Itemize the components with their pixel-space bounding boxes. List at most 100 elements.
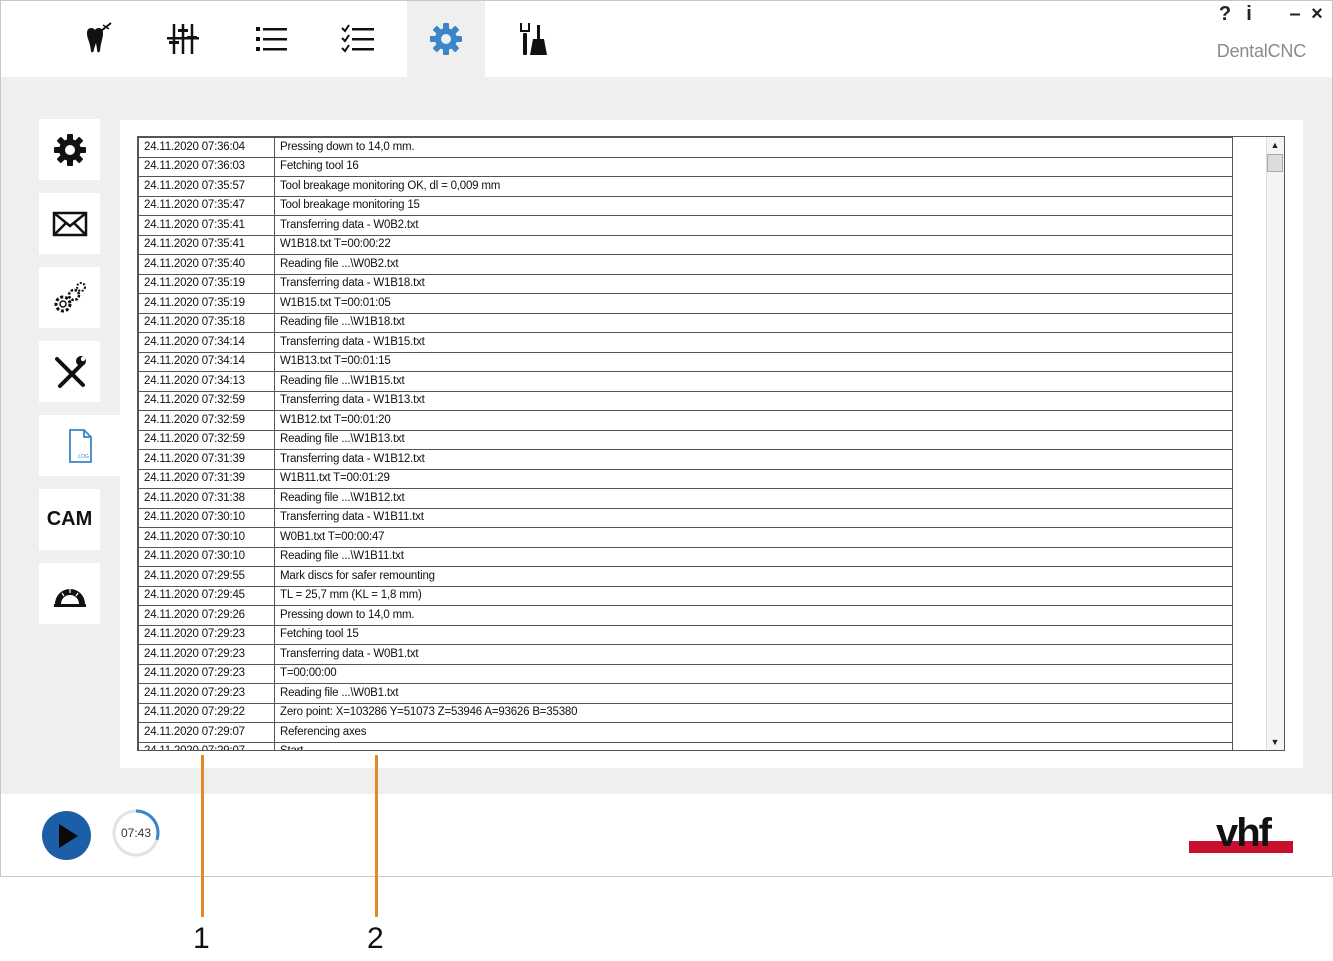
log-message: Start [274,741,1235,750]
tab-settings[interactable] [407,1,485,77]
table-row[interactable]: 24.11.2020 07:35:41 W1B18.txt T=00:00:22 [138,234,1235,255]
log-timestamp: 24.11.2020 07:35:19 [138,273,275,294]
table-row[interactable]: 24.11.2020 07:35:19 Transferring data - W… [138,273,1235,294]
table-row[interactable]: 24.11.2020 07:31:39 Transferring data - W… [138,449,1235,470]
side-mail-button[interactable] [39,193,100,254]
log-message: Mark discs for safer remounting [274,566,1235,587]
table-row[interactable]: 24.11.2020 07:36:03 Fetching tool 16 [138,156,1235,177]
tab-checklist[interactable] [319,1,397,77]
table-row[interactable]: 24.11.2020 07:29:23 Reading file ...\W0B1… [138,683,1235,704]
tab-tooth-tool[interactable] [58,1,136,77]
table-row[interactable]: 24.11.2020 07:30:10 W0B1.txt T=00:00:47 [138,527,1235,548]
log-timestamp: 24.11.2020 07:35:18 [138,312,275,333]
log-panel: 24.11.2020 07:36:04 Pressing down to 14,0… [120,120,1303,768]
app-window: ? i – × DentalCNC .LOG CAM 24.11.2020 07… [0,0,1333,877]
cam-icon: CAM [46,508,93,530]
table-row[interactable]: 24.11.2020 07:35:57 Tool breakage monitor… [138,176,1235,197]
table-row[interactable]: 24.11.2020 07:32:59 Transferring data - W… [138,390,1235,411]
log-message: Transferring data - W0B2.txt [274,215,1235,236]
side-tools-button[interactable] [39,341,100,402]
log-message: W1B12.txt T=00:01:20 [274,410,1235,431]
table-row[interactable]: 24.11.2020 07:35:47 Tool breakage monitor… [138,195,1235,216]
close-button[interactable]: × [1307,3,1327,26]
table-row[interactable]: 24.11.2020 07:29:07Start [138,741,1235,750]
side-settings-button[interactable] [39,119,100,180]
log-timestamp: 24.11.2020 07:32:59 [138,429,275,450]
scroll-thumb[interactable] [1267,154,1283,172]
top-toolbar: ? i – × DentalCNC [1,1,1332,77]
log-message: Transferring data - W1B11.txt [274,507,1235,528]
table-row[interactable]: 24.11.2020 07:34:13 Reading file ...\W1B1… [138,371,1235,392]
callout-line-1 [201,755,204,917]
play-button[interactable] [42,811,91,860]
table-row[interactable]: 24.11.2020 07:31:38 Reading file ...\W1B1… [138,488,1235,509]
scroll-down-icon[interactable]: ▼ [1268,735,1282,749]
log-message: W1B11.txt T=00:01:29 [274,468,1235,489]
side-log-button[interactable]: .LOG [39,415,121,476]
table-row[interactable]: 24.11.2020 07:29:23 Fetching tool 15 [138,624,1235,645]
log-timestamp: 24.11.2020 07:35:19 [138,293,275,314]
log-message: Reading file ...\W0B2.txt [274,254,1235,275]
app-title: DentalCNC [1216,41,1306,61]
callout-label-2: 2 [367,922,384,955]
log-message: Transferring data - W1B12.txt [274,449,1235,470]
log-message: Referencing axes [274,722,1235,743]
log-message: Zero point: X=103286 Y=51073 Z=53946 A=9… [274,702,1235,723]
minimize-button[interactable]: – [1285,3,1305,26]
side-calibration-button[interactable] [39,563,100,624]
log-message: TL = 25,7 mm (KL = 1,8 mm) [274,585,1235,606]
table-row[interactable]: 24.11.2020 07:29:22 Zero point: X=103286 … [138,702,1235,723]
log-list[interactable]: 24.11.2020 07:36:04 Pressing down to 14,0… [137,136,1285,751]
table-row[interactable]: 24.11.2020 07:34:14 Transferring data - W… [138,332,1235,353]
scroll-up-icon[interactable]: ▲ [1268,138,1282,152]
table-row[interactable]: 24.11.2020 07:30:10 Transferring data - W… [138,507,1235,528]
tab-sliders[interactable] [144,1,222,77]
svg-text:vhf: vhf [1216,811,1273,855]
log-timestamp: 24.11.2020 07:29:07 [138,722,275,743]
log-timestamp: 24.11.2020 07:36:04 [138,137,275,158]
table-row[interactable]: 24.11.2020 07:30:10 Reading file ...\W1B1… [138,546,1235,567]
log-message: Transferring data - W1B13.txt [274,390,1235,411]
log-message: Reading file ...\W1B15.txt [274,371,1235,392]
log-timestamp: 24.11.2020 07:29:22 [138,702,275,723]
log-timestamp: 24.11.2020 07:29:23 [138,624,275,645]
tab-list[interactable] [232,1,310,77]
table-row[interactable]: 24.11.2020 07:36:04 Pressing down to 14,0… [138,137,1235,158]
gear-icon [53,133,86,166]
tab-tools-brush[interactable] [495,1,573,77]
table-row[interactable]: 24.11.2020 07:29:23 T=00:00:00 [138,663,1235,684]
table-row[interactable]: 24.11.2020 07:29:45 TL = 25,7 mm (KL = 1,… [138,585,1235,606]
table-row[interactable]: 24.11.2020 07:34:14 W1B13.txt T=00:01:15 [138,351,1235,372]
log-timestamp: 24.11.2020 07:31:38 [138,488,275,509]
log-message: Tool breakage monitoring 15 [274,195,1235,216]
log-message: Fetching tool 16 [274,156,1235,177]
log-message: W1B15.txt T=00:01:05 [274,293,1235,314]
log-message: Transferring data - W0B1.txt [274,644,1235,665]
side-cogs-button[interactable] [39,267,100,328]
help-button[interactable]: ? [1215,3,1235,26]
table-row[interactable]: 24.11.2020 07:29:55 Mark discs for safer … [138,566,1235,587]
table-row[interactable]: 24.11.2020 07:31:39 W1B11.txt T=00:01:29 [138,468,1235,489]
log-scrollbar[interactable]: ▲ ▼ [1266,137,1284,750]
table-row[interactable]: 24.11.2020 07:29:07 Referencing axes [138,722,1235,743]
play-icon [58,823,78,848]
table-row[interactable]: 24.11.2020 07:32:59 Reading file ...\W1B1… [138,429,1235,450]
tools-brush-icon [520,23,547,55]
log-timestamp: 24.11.2020 07:31:39 [138,468,275,489]
log-message: Tool breakage monitoring OK, dl = 0,009 … [274,176,1235,197]
log-timestamp: 24.11.2020 07:34:13 [138,371,275,392]
info-button[interactable]: i [1239,3,1259,26]
table-row[interactable]: 24.11.2020 07:32:59 W1B12.txt T=00:01:20 [138,410,1235,431]
table-row[interactable]: 24.11.2020 07:35:41 Transferring data - W… [138,215,1235,236]
log-file-icon: .LOG [69,428,92,463]
table-row[interactable]: 24.11.2020 07:35:18 Reading file ...\W1B1… [138,312,1235,333]
table-row[interactable]: 24.11.2020 07:35:19 W1B15.txt T=00:01:05 [138,293,1235,314]
table-row[interactable]: 24.11.2020 07:29:26 Pressing down to 14,0… [138,605,1235,626]
log-message: Transferring data - W1B18.txt [274,273,1235,294]
table-row[interactable]: 24.11.2020 07:35:40 Reading file ...\W0B2… [138,254,1235,275]
log-timestamp: 24.11.2020 07:29:55 [138,566,275,587]
log-message: T=00:00:00 [274,663,1235,684]
timer-label: 07:43 [120,826,152,840]
side-cam-button[interactable]: CAM [39,489,100,550]
table-row[interactable]: 24.11.2020 07:29:23 Transferring data - W… [138,644,1235,665]
